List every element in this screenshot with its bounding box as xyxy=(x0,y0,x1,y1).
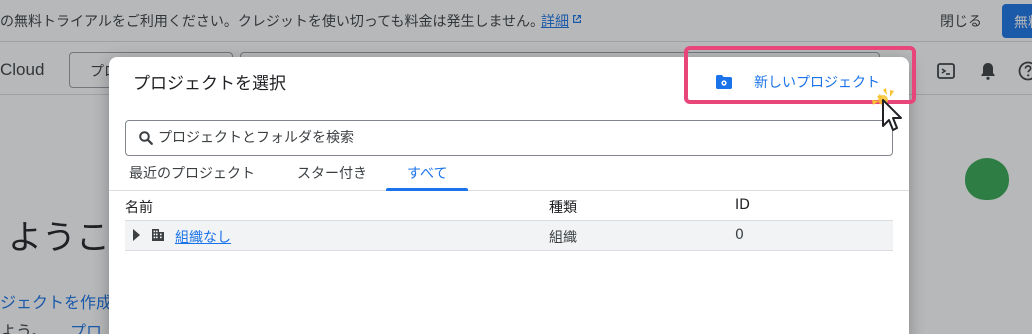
column-header-id: ID xyxy=(735,197,750,213)
tab-starred[interactable]: スター付き xyxy=(297,163,367,183)
org-type-cell: 組織 xyxy=(549,230,577,246)
column-header-type: 種類 xyxy=(549,200,577,216)
add-folder-icon xyxy=(716,75,732,89)
search-icon xyxy=(139,131,153,145)
building-icon xyxy=(152,229,164,241)
dialog-tabs: 最近のプロジェクト スター付き すべて xyxy=(109,157,909,191)
org-id-cell: 0 xyxy=(735,227,744,243)
project-search-box[interactable] xyxy=(125,120,893,156)
org-name-link[interactable]: 組織なし xyxy=(175,227,231,247)
project-search-input[interactable] xyxy=(154,121,874,155)
column-header-name[interactable]: 名前 xyxy=(125,197,153,217)
table-row[interactable]: 組織なし 組織 0 xyxy=(125,221,893,251)
new-project-label: 新しいプロジェクト xyxy=(754,75,880,91)
mouse-pointer-icon xyxy=(872,88,902,131)
new-project-button[interactable]: 新しいプロジェクト xyxy=(699,71,899,93)
tab-recent[interactable]: 最近のプロジェクト xyxy=(129,163,255,183)
select-project-dialog: プロジェクトを選択 新しいプロジェクト 最近のプロジェクト スター付き すべて … xyxy=(109,46,916,334)
table-header: 名前 種類 ID xyxy=(125,191,893,221)
caret-right-icon[interactable] xyxy=(133,229,140,241)
dialog-title: プロジェクトを選択 xyxy=(133,74,286,94)
tab-all[interactable]: すべて xyxy=(407,163,447,183)
